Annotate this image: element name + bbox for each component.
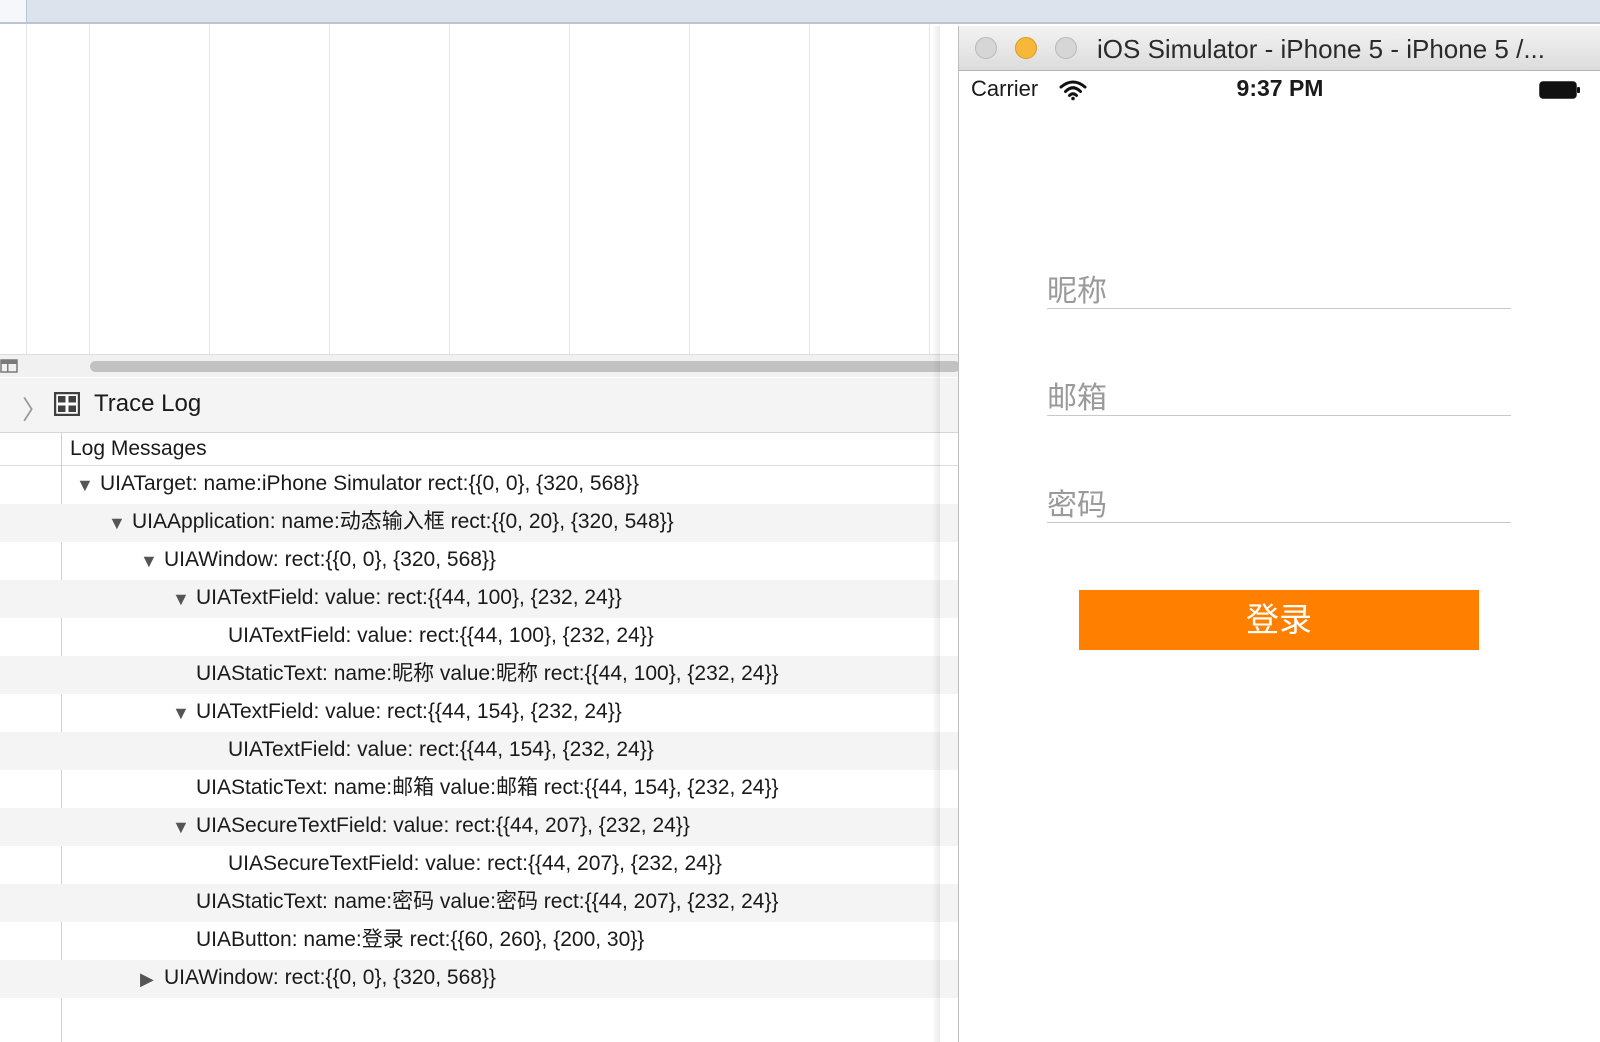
log-row[interactable]: UIAStaticText: name:密码 value:密码 rect:{{4… — [0, 884, 960, 922]
disclosure-expanded-icon[interactable]: ▼ — [108, 504, 126, 542]
log-row-text: UIATextField: value: rect:{{44, 154}, {2… — [228, 738, 654, 761]
timeline-gridline — [209, 24, 210, 354]
log-row-text: UIAStaticText: name:密码 value:密码 rect:{{4… — [196, 890, 779, 913]
timeline-gridline — [929, 24, 930, 354]
timeline-gridline — [569, 24, 570, 354]
timeline-gridline — [449, 24, 450, 354]
instruments-top-strip — [0, 0, 1600, 24]
disclosure-expanded-icon[interactable]: ▼ — [172, 808, 190, 846]
email-field[interactable]: 邮箱 — [1047, 367, 1511, 416]
log-row[interactable]: ▼ UIATarget: name:iPhone Simulator rect:{… — [0, 466, 960, 504]
log-row[interactable]: ▼ UIAApplication: name:动态输入框 rect:{{0, 20… — [0, 504, 960, 542]
timeline-gridline — [89, 24, 90, 354]
log-row-text: UIAApplication: name:动态输入框 rect:{{0, 20}… — [132, 510, 674, 533]
log-row[interactable]: ▼ UIASecureTextField: value: rect:{{44, 2… — [0, 808, 960, 846]
log-row-text: UIAStaticText: name:昵称 value:昵称 rect:{{4… — [196, 662, 779, 685]
minimize-window-button[interactable] — [1015, 37, 1037, 59]
ios-status-bar: Carrier 9:37 PM — [959, 70, 1600, 114]
disclosure-expanded-icon[interactable]: ▼ — [172, 694, 190, 732]
log-row[interactable]: ▼ UIATextField: value: rect:{{44, 100}, {… — [0, 580, 960, 618]
nickname-field[interactable]: 昵称 — [1047, 260, 1511, 309]
nickname-placeholder: 昵称 — [1047, 275, 1107, 308]
log-row-text: UIATextField: value: rect:{{44, 100}, {2… — [228, 624, 654, 647]
log-row[interactable]: ▼ UIATextField: value: rect:{{44, 154}, {… — [0, 694, 960, 732]
timeline-track-area[interactable] — [0, 24, 960, 354]
log-row-text: UIAStaticText: name:邮箱 value:邮箱 rect:{{4… — [196, 776, 779, 799]
log-row[interactable]: ▼ UIAWindow: rect:{{0, 0}, {320, 568}} — [0, 542, 960, 580]
disclosure-collapsed-icon[interactable]: ▶ — [140, 960, 154, 998]
battery-icon — [1539, 81, 1580, 99]
ios-simulator-window: iOS Simulator - iPhone 5 - iPhone 5 /...… — [958, 26, 1600, 1042]
scrollbar-thumb[interactable] — [90, 361, 960, 372]
password-field[interactable]: 密码 — [1047, 474, 1511, 523]
detail-title[interactable]: Trace Log — [94, 390, 201, 418]
status-time: 9:37 PM — [1236, 75, 1324, 101]
log-row-text: UIATextField: value: rect:{{44, 100}, {2… — [196, 586, 622, 609]
log-row-text: UIASecureTextField: value: rect:{{44, 20… — [196, 814, 690, 837]
detail-pane-header: 〉 Trace Log — [0, 378, 960, 433]
log-row-text: UIASecureTextField: value: rect:{{44, 20… — [228, 852, 722, 875]
log-column-header[interactable]: Log Messages — [0, 433, 960, 466]
disclosure-expanded-icon[interactable]: ▼ — [172, 580, 190, 618]
login-button[interactable]: 登录 — [1079, 590, 1479, 650]
zoom-window-button[interactable] — [1055, 37, 1077, 59]
disclosure-expanded-icon[interactable]: ▼ — [76, 466, 94, 504]
simulator-window-title: iOS Simulator - iPhone 5 - iPhone 5 /... — [1097, 34, 1545, 64]
timeline-gridline — [329, 24, 330, 354]
email-placeholder: 邮箱 — [1047, 382, 1107, 415]
timeline-scrollbar[interactable] — [0, 354, 960, 377]
log-row-text: UIATarget: name:iPhone Simulator rect:{{… — [100, 472, 639, 495]
chevron-right-icon[interactable]: 〉 — [22, 390, 48, 427]
password-placeholder: 密码 — [1047, 489, 1107, 522]
log-row-text: UIAButton: name:登录 rect:{{60, 260}, {200… — [196, 928, 645, 951]
table-grid-icon — [54, 392, 80, 416]
close-window-button[interactable] — [975, 37, 997, 59]
log-row-text: UIATextField: value: rect:{{44, 154}, {2… — [196, 700, 622, 723]
log-message-tree: ▼ UIATarget: name:iPhone Simulator rect:{… — [0, 466, 960, 998]
log-row[interactable]: UIAStaticText: name:昵称 value:昵称 rect:{{4… — [0, 656, 960, 694]
log-row[interactable]: UIATextField: value: rect:{{44, 154}, {2… — [0, 732, 960, 770]
log-messages-column-label: Log Messages — [70, 437, 207, 460]
window-shadow — [932, 26, 940, 1042]
log-row[interactable]: UIASecureTextField: value: rect:{{44, 20… — [0, 846, 960, 884]
timeline-selection-tab[interactable] — [0, 0, 27, 22]
log-row-text: UIAWindow: rect:{{0, 0}, {320, 568}} — [164, 548, 496, 571]
log-row[interactable]: UIAButton: name:登录 rect:{{60, 260}, {200… — [0, 922, 960, 960]
disclosure-expanded-icon[interactable]: ▼ — [140, 542, 158, 580]
log-row-text: UIAWindow: rect:{{0, 0}, {320, 568}} — [164, 966, 496, 989]
log-row[interactable]: UIAStaticText: name:邮箱 value:邮箱 rect:{{4… — [0, 770, 960, 808]
timeline-gridline — [26, 24, 27, 354]
log-row[interactable]: UIATextField: value: rect:{{44, 100}, {2… — [0, 618, 960, 656]
timeline-gridline — [689, 24, 690, 354]
track-display-icon[interactable] — [0, 359, 18, 373]
log-row[interactable]: ▶ UIAWindow: rect:{{0, 0}, {320, 568}} — [0, 960, 960, 998]
simulator-title-bar[interactable]: iOS Simulator - iPhone 5 - iPhone 5 /... — [959, 26, 1600, 71]
timeline-gridline — [809, 24, 810, 354]
